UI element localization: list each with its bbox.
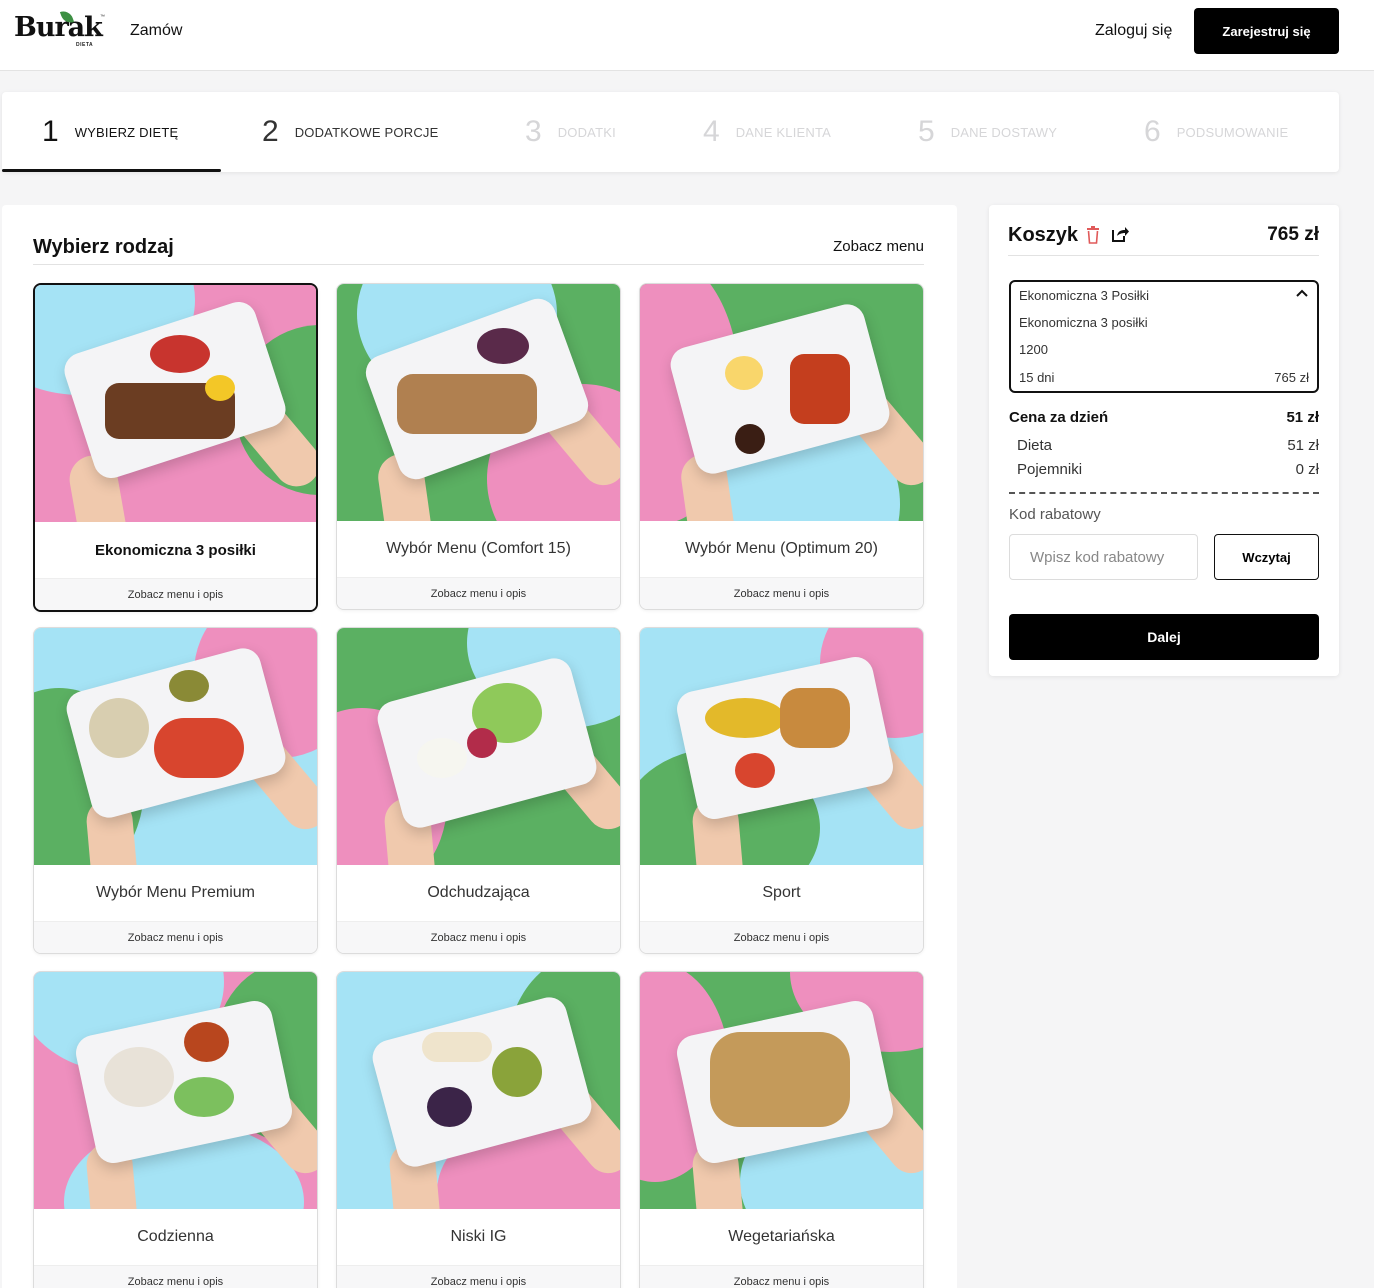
diet-card[interactable]: Odchudzająca Zobacz menu i opis <box>336 627 621 954</box>
diet-card[interactable]: Wybór Menu (Comfort 15) Zobacz menu i op… <box>336 283 621 610</box>
cart-panel: Koszyk 765 zł Ekonomiczna 3 Posiłki Ekon… <box>989 205 1339 676</box>
diet-name: Niski IG <box>450 1228 507 1245</box>
diet-cost-value: 51 zł <box>1287 437 1319 454</box>
step-label: DANE KLIENTA <box>735 124 832 140</box>
trademark-mark: ™ <box>100 14 105 20</box>
cart-total: 765 zł <box>1267 224 1319 245</box>
diet-photo <box>337 972 620 1209</box>
register-button[interactable]: Zarejestruj się <box>1194 8 1339 54</box>
see-menu-and-description-link[interactable]: Zobacz menu i opis <box>35 578 316 610</box>
step-label: DANE DOSTAWY <box>950 124 1058 140</box>
diet-card[interactable]: Ekonomiczna 3 posiłki Zobacz menu i opis <box>33 283 318 612</box>
section-title: Wybierz rodzaj <box>33 236 174 258</box>
diet-card[interactable]: Wybór Menu Premium Zobacz menu i opis <box>33 627 318 954</box>
top-navbar: Burak DIETA ™ Zamów Zaloguj się Zarejest… <box>0 0 1374 71</box>
logo-subtitle: DIETA <box>76 42 94 48</box>
diet-photo <box>337 284 620 521</box>
see-menu-and-description-link[interactable]: Zobacz menu i opis <box>34 1265 317 1288</box>
step-client-data: 4 DANE KLIENTA <box>663 92 877 172</box>
diet-name: Wybór Menu (Comfort 15) <box>386 540 571 557</box>
diet-photo <box>34 628 317 865</box>
cart-item[interactable]: Ekonomiczna 3 Posiłki Ekonomiczna 3 posi… <box>1009 280 1319 393</box>
share-icon[interactable] <box>1111 225 1129 243</box>
promo-code-label: Kod rabatowy <box>1009 506 1101 523</box>
cart-title: Koszyk <box>1008 224 1079 246</box>
price-per-day-value: 51 zł <box>1286 409 1319 426</box>
containers-cost-label: Pojemniki <box>1017 461 1083 478</box>
step-label: WYBIERZ DIETĘ <box>74 124 179 140</box>
apply-promo-button[interactable]: Wczytaj <box>1214 534 1319 580</box>
see-menu-and-description-link[interactable]: Zobacz menu i opis <box>337 921 620 953</box>
see-menu-and-description-link[interactable]: Zobacz menu i opis <box>640 1265 923 1288</box>
step-addons: 3 DODATKI <box>483 92 663 172</box>
price-per-day-label: Cena za dzień <box>1009 409 1109 426</box>
see-menu-and-description-link[interactable]: Zobacz menu i opis <box>337 577 620 609</box>
cart-item-duration: 15 dni <box>1019 370 1055 385</box>
diet-photo <box>640 628 923 865</box>
see-menu-and-description-link[interactable]: Zobacz menu i opis <box>337 1265 620 1288</box>
cart-item-name: Ekonomiczna 3 Posiłki <box>1019 288 1150 303</box>
step-number: 2 <box>262 115 279 148</box>
see-menu-and-description-link[interactable]: Zobacz menu i opis <box>34 921 317 953</box>
step-summary: 6 PODSUMOWANIE <box>1102 92 1339 172</box>
diet-card[interactable]: Sport Zobacz menu i opis <box>639 627 924 954</box>
see-menu-and-description-link[interactable]: Zobacz menu i opis <box>640 577 923 609</box>
diet-photo <box>35 285 316 522</box>
chevron-up-icon[interactable] <box>1295 286 1309 298</box>
see-menu-and-description-link[interactable]: Zobacz menu i opis <box>640 921 923 953</box>
step-number: 1 <box>42 115 59 148</box>
diet-name: Wegetariańska <box>728 1228 835 1245</box>
diet-photo <box>640 972 923 1209</box>
login-link[interactable]: Zaloguj się <box>1095 22 1172 40</box>
see-menu-link[interactable]: Zobacz menu <box>833 238 924 255</box>
diet-name: Wybór Menu Premium <box>95 884 255 901</box>
diet-name: Codzienna <box>137 1228 214 1245</box>
burak-logo[interactable]: Burak DIETA ™ <box>14 8 105 52</box>
nav-order-link[interactable]: Zamów <box>130 22 182 40</box>
dashed-divider <box>1009 492 1319 494</box>
step-number: 6 <box>1144 115 1161 148</box>
diet-name: Odchudzająca <box>427 884 530 901</box>
step-extra-portions[interactable]: 2 DODATKOWE PORCJE <box>221 92 483 172</box>
step-number: 4 <box>703 115 720 148</box>
trash-icon[interactable] <box>1085 225 1101 245</box>
diet-name: Wybór Menu (Optimum 20) <box>685 540 878 557</box>
diet-name: Sport <box>762 884 801 901</box>
diet-selection-panel: Wybierz rodzaj Zobacz menu Ekonomiczna 3… <box>2 205 957 1288</box>
diet-card[interactable]: Wegetariańska Zobacz menu i opis <box>639 971 924 1288</box>
step-number: 5 <box>918 115 935 148</box>
diet-photo <box>337 628 620 865</box>
step-number: 3 <box>525 115 542 148</box>
logo-text: Burak <box>14 12 103 43</box>
promo-code-input[interactable] <box>1009 534 1198 580</box>
diet-card[interactable]: Niski IG Zobacz menu i opis <box>336 971 621 1288</box>
divider <box>1008 255 1319 256</box>
checkout-stepper: 1 WYBIERZ DIETĘ 2 DODATKOWE PORCJE 3 DOD… <box>2 92 1339 172</box>
step-label: PODSUMOWANIE <box>1176 124 1289 140</box>
diet-card[interactable]: Codzienna Zobacz menu i opis <box>33 971 318 1288</box>
diet-card[interactable]: Wybór Menu (Optimum 20) Zobacz menu i op… <box>639 283 924 610</box>
step-label: DODATKI <box>557 124 616 140</box>
diet-name: Ekonomiczna 3 posiłki <box>95 541 256 559</box>
containers-cost-value: 0 zł <box>1295 461 1319 478</box>
divider <box>33 264 924 265</box>
next-button[interactable]: Dalej <box>1009 614 1319 660</box>
diet-photo <box>34 972 317 1209</box>
diet-cost-label: Dieta <box>1017 437 1053 454</box>
step-delivery-data: 5 DANE DOSTAWY <box>877 92 1102 172</box>
cart-item-calories: 1200 <box>1019 342 1048 357</box>
cart-item-variant: Ekonomiczna 3 posiłki <box>1019 315 1148 330</box>
cart-item-price: 765 zł <box>1274 370 1309 385</box>
step-label: DODATKOWE PORCJE <box>294 124 439 140</box>
diet-photo <box>640 284 923 521</box>
step-choose-diet[interactable]: 1 WYBIERZ DIETĘ <box>2 92 221 172</box>
